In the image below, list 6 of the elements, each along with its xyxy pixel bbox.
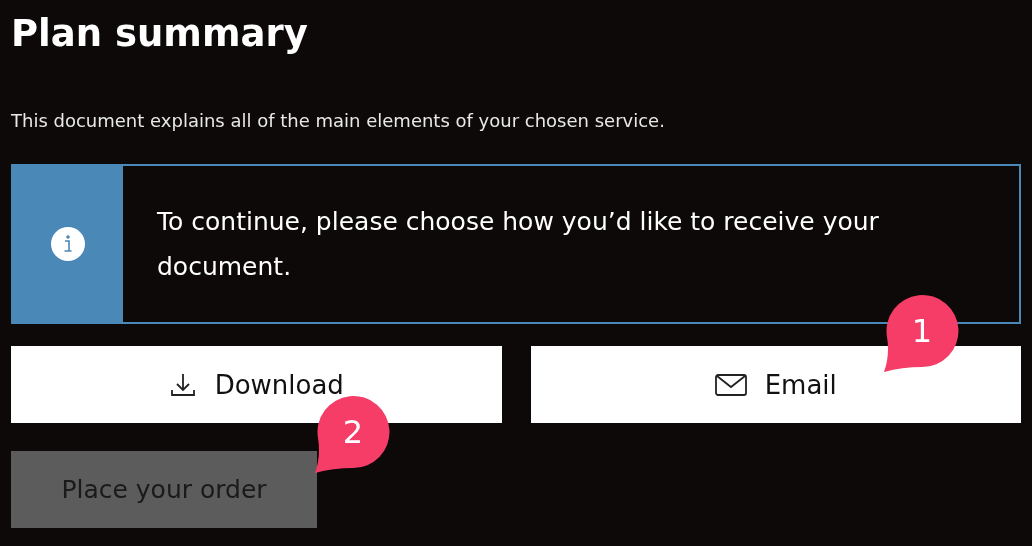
page-title: Plan summary bbox=[11, 11, 308, 57]
info-message: To continue, please choose how you’d like to receive your document. bbox=[157, 206, 880, 283]
email-button[interactable]: Email bbox=[530, 346, 1021, 423]
description-text: This document explains all of the main elements of your chosen service. bbox=[11, 109, 665, 133]
info-icon bbox=[50, 226, 86, 262]
envelope-icon bbox=[714, 372, 747, 397]
